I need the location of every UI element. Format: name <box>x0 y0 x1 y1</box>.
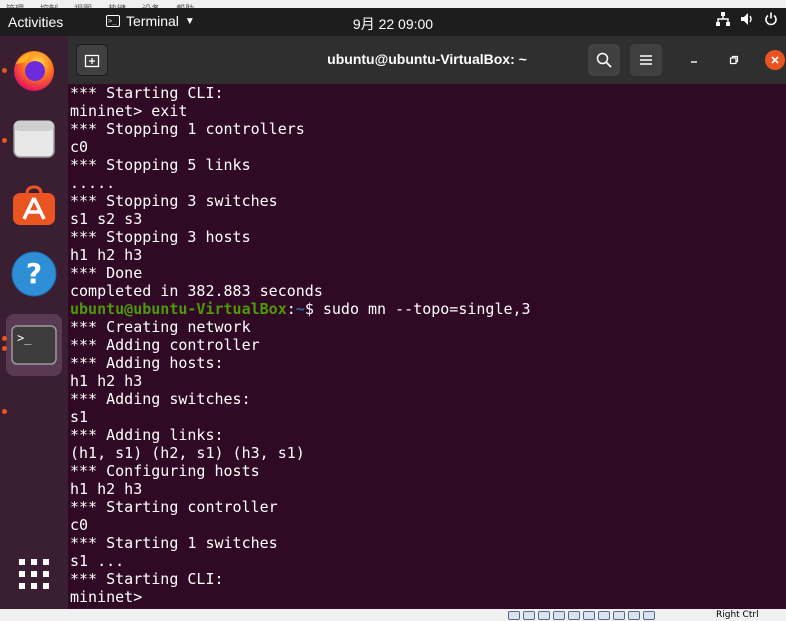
restore-icon <box>729 55 739 65</box>
dock-item-show-apps[interactable] <box>6 546 62 602</box>
running-indicator <box>2 346 7 351</box>
terminal-icon: >_ <box>11 325 57 365</box>
activities-button[interactable]: Activities <box>8 14 63 30</box>
firefox-icon <box>14 51 54 91</box>
maximize-button[interactable] <box>724 50 744 70</box>
usb-icon[interactable] <box>568 611 580 620</box>
show-apps-icon <box>19 559 49 589</box>
host-menu-bar: 管理控制视图热键设备帮助 <box>0 0 786 8</box>
software-icon <box>13 185 55 225</box>
terminal-header-bar[interactable]: ubuntu@ubuntu-VirtualBox: ~ <box>68 36 786 84</box>
running-indicator <box>2 409 7 414</box>
prompt-symbol: $ <box>304 300 314 318</box>
terminal-line: *** Adding switches: <box>70 390 251 408</box>
gnome-top-bar: Activities >_ Terminal ▼ 9月 22 09:00 <box>0 8 786 36</box>
running-indicator <box>2 336 7 341</box>
svg-text:?: ? <box>26 257 42 290</box>
terminal-line: h1 h2 h3 <box>70 480 143 498</box>
network-adapter-icon[interactable] <box>553 611 565 620</box>
terminal-line: *** Creating network <box>70 318 251 336</box>
hdd-icon[interactable] <box>508 611 520 620</box>
terminal-line: ..... <box>70 174 116 192</box>
svg-text:>_: >_ <box>17 331 32 345</box>
terminal-line: *** Stopping 1 controllers <box>70 120 305 138</box>
cpu-icon[interactable] <box>628 611 640 620</box>
new-tab-icon <box>84 54 100 68</box>
clock[interactable]: 9月 22 09:00 <box>353 16 433 32</box>
minimize-icon <box>691 61 697 63</box>
prompt-command: sudo mn --topo=single,3 <box>313 300 531 318</box>
optical-drive-icon[interactable] <box>523 611 535 620</box>
terminal-line: *** Configuring hosts <box>70 462 260 480</box>
terminal-lines: *** Starting CLI: mininet> exit *** Stop… <box>70 84 531 606</box>
search-icon <box>596 52 612 68</box>
terminal-line: *** Adding links: <box>70 426 224 444</box>
volume-icon <box>741 13 752 25</box>
status-icons <box>508 611 655 620</box>
dock-item-firefox[interactable] <box>6 42 62 98</box>
app-menu-label: Terminal <box>126 13 179 29</box>
terminal-line: (h1, s1) (h2, s1) (h3, s1) <box>70 444 305 462</box>
prompt-path: ~ <box>295 300 305 318</box>
terminal-line: c0 <box>70 516 89 534</box>
recording-icon[interactable] <box>613 611 625 620</box>
audio-icon[interactable] <box>538 611 550 620</box>
terminal-line: *** Stopping 5 links <box>70 156 251 174</box>
dock-item-software[interactable] <box>6 178 62 234</box>
dock-item-terminal[interactable]: >_ <box>6 314 62 376</box>
terminal-line: mininet> <box>70 588 143 606</box>
new-tab-button[interactable] <box>76 44 108 76</box>
terminal-line: s1 ... <box>70 552 125 570</box>
dock: ? >_ <box>0 36 68 609</box>
display-icon[interactable] <box>598 611 610 620</box>
terminal-line: *** Starting 1 switches <box>70 534 278 552</box>
network-icon <box>716 12 730 26</box>
hamburger-icon <box>640 55 652 65</box>
running-indicator <box>2 138 7 143</box>
terminal-line: *** Starting CLI: <box>70 570 224 588</box>
prompt-userhost: ubuntu@ubuntu-VirtualBox <box>70 300 287 318</box>
chevron-down-icon: ▼ <box>184 15 195 27</box>
terminal-line: s1 <box>70 408 89 426</box>
dock-item-files[interactable] <box>6 110 62 166</box>
dock-item-help[interactable]: ? <box>6 246 62 302</box>
close-button[interactable] <box>765 50 785 70</box>
terminal-line: *** Stopping 3 hosts <box>70 228 251 246</box>
help-icon: ? <box>11 251 57 297</box>
window-title: ubuntu@ubuntu-VirtualBox: ~ <box>327 51 527 67</box>
host-status-bar: Right Ctrl <box>0 609 786 621</box>
running-indicator <box>2 68 7 73</box>
terminal-line: c0 <box>70 138 89 156</box>
system-tray[interactable] <box>716 12 778 26</box>
close-icon <box>771 56 779 64</box>
terminal-line: *** Starting controller <box>70 498 278 516</box>
shared-folder-icon[interactable] <box>583 611 595 620</box>
terminal-line: *** Adding hosts: <box>70 354 224 372</box>
terminal-line: h1 h2 h3 <box>70 246 143 264</box>
terminal-small-icon: >_ <box>106 15 120 27</box>
terminal-line: *** Done <box>70 264 143 282</box>
prompt-colon: : <box>286 300 296 318</box>
minimize-button[interactable] <box>684 50 704 70</box>
terminal-line: *** Stopping 3 switches <box>70 192 278 210</box>
terminal-line: *** Adding controller <box>70 336 260 354</box>
mouse-integration-icon[interactable] <box>643 611 655 620</box>
prompt-line: ubuntu@ubuntu-VirtualBox:~$ sudo mn --to… <box>70 300 531 318</box>
power-icon <box>765 12 777 26</box>
terminal-line: mininet> exit <box>70 102 188 120</box>
host-key-label: Right Ctrl <box>716 610 759 620</box>
files-icon <box>13 120 55 158</box>
hamburger-menu-button[interactable] <box>630 44 662 76</box>
terminal-line: completed in 382.883 seconds <box>70 282 323 300</box>
terminal-line: *** Starting CLI: <box>70 84 224 102</box>
terminal-line: s1 s2 s3 <box>70 210 143 228</box>
app-menu-button[interactable]: >_ Terminal ▼ <box>106 13 195 29</box>
search-button[interactable] <box>588 44 620 76</box>
terminal-output[interactable]: *** Starting CLI: mininet> exit *** Stop… <box>68 84 786 609</box>
terminal-line: h1 h2 h3 <box>70 372 143 390</box>
